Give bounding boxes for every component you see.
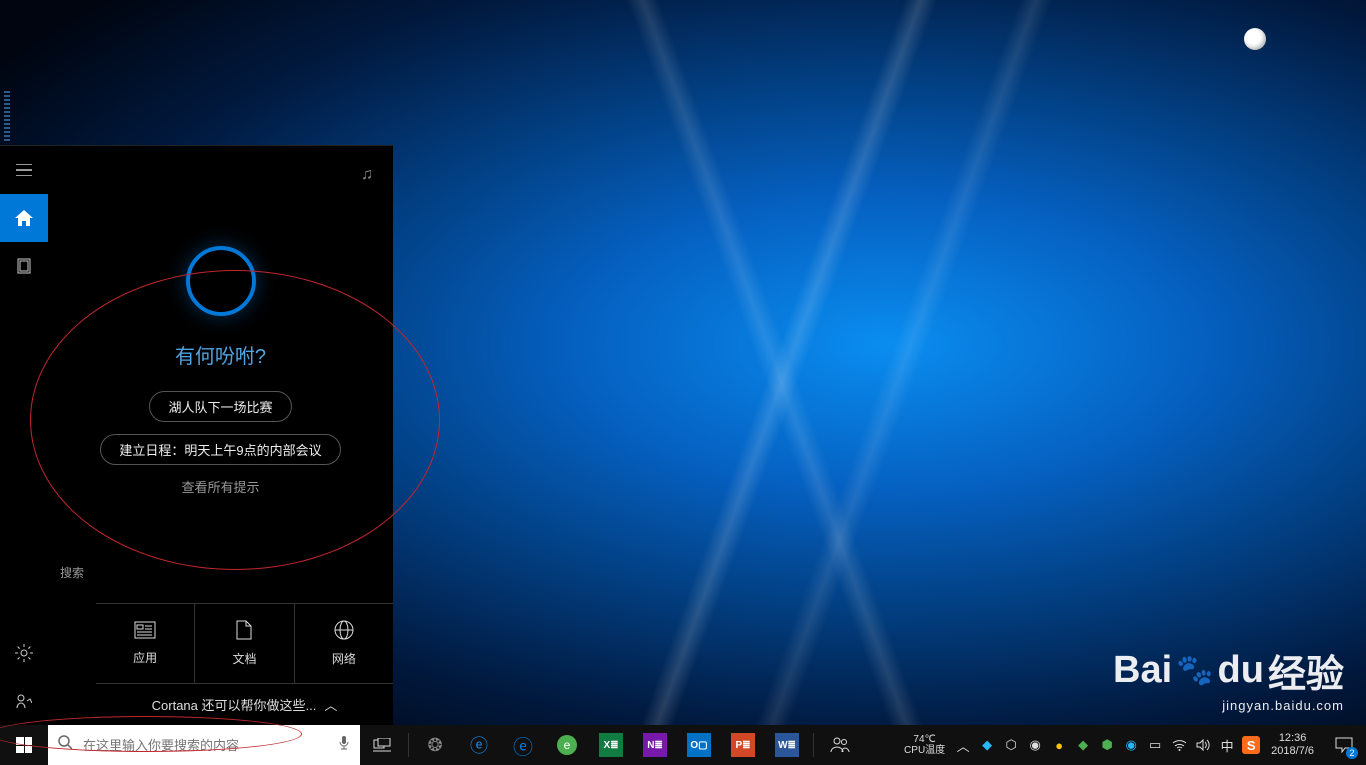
windows-logo-icon bbox=[16, 737, 32, 753]
notification-badge: 2 bbox=[1346, 747, 1358, 759]
tray-battery-icon[interactable]: ▭ bbox=[1143, 725, 1167, 765]
suggestion-chip-1[interactable]: 建立日程：明天上午9点的内部会议 bbox=[100, 434, 340, 465]
watermark-text-3: 经验 bbox=[1268, 643, 1344, 698]
app-icon-word[interactable]: W≣ bbox=[765, 725, 809, 765]
suggestion-chip-0[interactable]: 湖人队下一场比赛 bbox=[149, 391, 291, 422]
clock-date: 2018/7/6 bbox=[1271, 745, 1314, 758]
taskbar-search[interactable] bbox=[48, 725, 360, 765]
cpu-temp-label: CPU温度 bbox=[904, 745, 945, 756]
start-button[interactable] bbox=[0, 725, 48, 765]
people-icon[interactable] bbox=[818, 725, 862, 765]
clock-time: 12:36 bbox=[1279, 732, 1307, 745]
cortana-panel: ♫ 有何吩咐? 湖人队下一场比赛 建立日程：明天上午9点的内部会议 查看所有提示… bbox=[0, 145, 393, 725]
app-icon-outlook[interactable]: O▢ bbox=[677, 725, 721, 765]
home-icon[interactable] bbox=[0, 194, 48, 242]
app-icon-powerpoint[interactable]: P≣ bbox=[721, 725, 765, 765]
app-icon-excel[interactable]: X≣ bbox=[589, 725, 633, 765]
app-icon-generic-1[interactable]: ❂ bbox=[413, 725, 457, 765]
app-icon-edge[interactable]: ⓔ bbox=[501, 725, 545, 765]
cortana-sidebar bbox=[0, 146, 48, 725]
tray-icon-3[interactable]: ◉ bbox=[1023, 725, 1047, 765]
tray-icon-5[interactable]: ◆ bbox=[1071, 725, 1095, 765]
search-tab-docs-label: 文档 bbox=[232, 650, 256, 667]
tray-chevron-up-icon[interactable]: ︿ bbox=[951, 725, 975, 765]
search-tabs: 应用 文档 网络 bbox=[96, 603, 393, 683]
cpu-temp-value: 74℃ bbox=[913, 734, 935, 745]
app-icon-ie[interactable]: ⓔ bbox=[457, 725, 501, 765]
app-icon-360[interactable]: e bbox=[545, 725, 589, 765]
hamburger-menu-icon[interactable] bbox=[0, 146, 48, 194]
settings-gear-icon[interactable] bbox=[0, 629, 48, 677]
task-view-icon[interactable] bbox=[360, 725, 404, 765]
cpu-temp-widget[interactable]: 74℃ CPU温度 bbox=[898, 725, 951, 765]
paw-icon: 🐾 bbox=[1176, 653, 1213, 688]
search-tab-docs[interactable]: 文档 bbox=[195, 604, 294, 683]
feedback-icon[interactable] bbox=[0, 677, 48, 725]
tray-sogou-icon[interactable]: S bbox=[1242, 736, 1260, 754]
apps-tab-icon bbox=[134, 621, 156, 645]
watermark-text-2: du bbox=[1218, 649, 1264, 692]
taskbar-pinned-apps: ❂ ⓔ ⓔ e X≣ N≣ O▢ P≣ W≣ bbox=[360, 725, 862, 765]
cortana-prompt-text: 有何吩咐? bbox=[175, 340, 266, 369]
web-tab-icon bbox=[334, 620, 354, 646]
suggestion-chips: 湖人队下一场比赛 建立日程：明天上午9点的内部会议 bbox=[100, 391, 340, 465]
watermark-text-1: Bai bbox=[1113, 649, 1172, 692]
tray-icon-6[interactable]: ⬢ bbox=[1095, 725, 1119, 765]
view-all-tips-link[interactable]: 查看所有提示 bbox=[181, 477, 259, 496]
action-center-icon[interactable]: 2 bbox=[1322, 725, 1366, 765]
docs-tab-icon bbox=[236, 620, 252, 646]
search-input[interactable] bbox=[83, 738, 328, 753]
cortana-more-button[interactable]: Cortana 还可以帮你做这些... ︿ bbox=[96, 683, 393, 725]
search-tab-web-label: 网络 bbox=[332, 650, 356, 667]
baidu-watermark: Bai 🐾 du 经验 jingyan.baidu.com bbox=[1113, 643, 1344, 713]
tray-icon-7[interactable]: ◉ bbox=[1119, 725, 1143, 765]
search-tab-apps-label: 应用 bbox=[133, 649, 157, 666]
music-note-icon[interactable]: ♫ bbox=[361, 166, 373, 184]
chevron-up-icon: ︿ bbox=[324, 695, 337, 714]
tray-icon-1[interactable]: ◆ bbox=[975, 725, 999, 765]
search-icon bbox=[58, 735, 73, 755]
cortana-ring-icon[interactable] bbox=[186, 246, 256, 316]
tray-ime-icon[interactable]: 中 bbox=[1215, 725, 1239, 765]
cortana-more-label: Cortana 还可以帮你做这些... bbox=[152, 695, 317, 714]
soccer-ball-icon[interactable] bbox=[1244, 28, 1266, 50]
tray-icon-2[interactable]: ⬡ bbox=[999, 725, 1023, 765]
tray-volume-icon[interactable] bbox=[1191, 725, 1215, 765]
microphone-icon[interactable] bbox=[338, 735, 350, 755]
search-tab-web[interactable]: 网络 bbox=[295, 604, 393, 683]
tray-icon-4[interactable]: ● bbox=[1047, 725, 1071, 765]
taskbar-clock[interactable]: 12:36 2018/7/6 bbox=[1263, 725, 1322, 765]
taskbar: ❂ ⓔ ⓔ e X≣ N≣ O▢ P≣ W≣ 74℃ CPU温度 ︿ ◆ ⬡ ◉… bbox=[0, 725, 1366, 765]
watermark-sub: jingyan.baidu.com bbox=[1113, 698, 1344, 713]
search-section-label: 搜索 bbox=[60, 564, 84, 581]
app-icon-onenote[interactable]: N≣ bbox=[633, 725, 677, 765]
search-tab-apps[interactable]: 应用 bbox=[96, 604, 195, 683]
tray-wifi-icon[interactable] bbox=[1167, 725, 1191, 765]
notebook-icon[interactable] bbox=[0, 242, 48, 290]
cortana-main: ♫ 有何吩咐? 湖人队下一场比赛 建立日程：明天上午9点的内部会议 查看所有提示… bbox=[48, 146, 393, 725]
system-tray: ︿ ◆ ⬡ ◉ ● ◆ ⬢ ◉ ▭ 中 S bbox=[951, 725, 1263, 765]
